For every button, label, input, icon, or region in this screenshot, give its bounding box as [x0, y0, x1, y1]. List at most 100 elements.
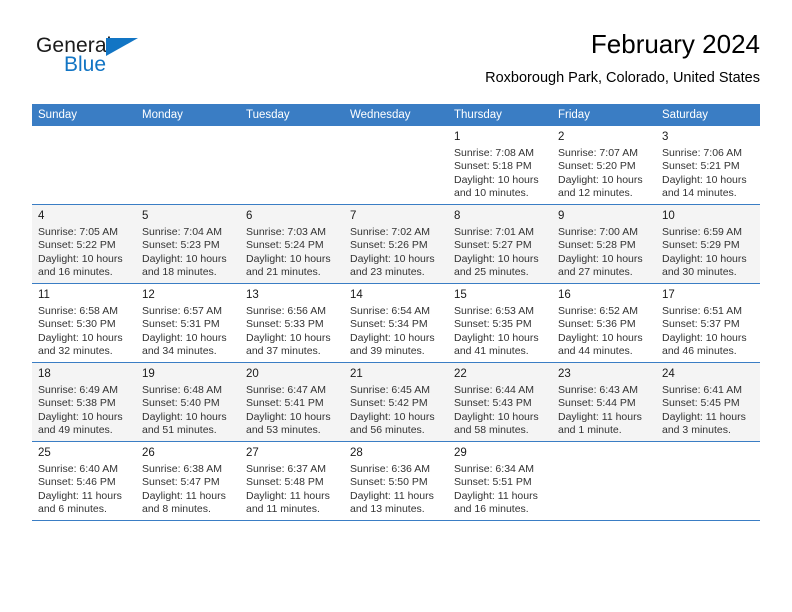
day-details: Sunrise: 6:36 AM Sunset: 5:50 PM Dayligh… [350, 463, 434, 516]
day-details: Sunrise: 6:53 AM Sunset: 5:35 PM Dayligh… [454, 305, 539, 358]
day-cell[interactable]: 8 Sunrise: 7:01 AM Sunset: 5:27 PM Daylig… [448, 204, 552, 284]
page-header: General Blue February 2024 Roxborough Pa… [32, 28, 760, 100]
day-number: 25 [38, 447, 51, 459]
weekday-header-sunday: Sunday [32, 104, 136, 126]
calendar-week-row: 25 Sunrise: 6:40 AM Sunset: 5:46 PM Dayli… [32, 441, 760, 521]
day-cell[interactable]: 27 Sunrise: 6:37 AM Sunset: 5:48 PM Dayli… [240, 441, 344, 521]
day-details: Sunrise: 7:02 AM Sunset: 5:26 PM Dayligh… [350, 226, 435, 279]
day-number: 2 [558, 131, 565, 143]
day-details: Sunrise: 6:58 AM Sunset: 5:30 PM Dayligh… [38, 305, 123, 358]
day-cell[interactable]: 7 Sunrise: 7:02 AM Sunset: 5:26 PM Daylig… [344, 204, 448, 284]
brand-logo[interactable]: General Blue [36, 34, 156, 80]
day-cell[interactable]: 18 Sunrise: 6:49 AM Sunset: 5:38 PM Dayli… [32, 362, 136, 442]
calendar-week-row: 1 Sunrise: 7:08 AM Sunset: 5:18 PM Daylig… [32, 126, 760, 205]
day-cell[interactable]: 19 Sunrise: 6:48 AM Sunset: 5:40 PM Dayli… [136, 362, 240, 442]
day-cell [656, 441, 760, 521]
day-number: 3 [662, 131, 669, 143]
calendar-body: 1 Sunrise: 7:08 AM Sunset: 5:18 PM Daylig… [32, 126, 760, 521]
day-details: Sunrise: 6:59 AM Sunset: 5:29 PM Dayligh… [662, 226, 747, 279]
day-number: 28 [350, 447, 363, 459]
day-details: Sunrise: 6:38 AM Sunset: 5:47 PM Dayligh… [142, 463, 226, 516]
brand-name-blue: Blue [64, 53, 107, 76]
weekday-header-friday: Friday [552, 104, 656, 126]
day-details: Sunrise: 7:01 AM Sunset: 5:27 PM Dayligh… [454, 226, 539, 279]
day-number: 13 [246, 289, 259, 301]
day-details: Sunrise: 7:05 AM Sunset: 5:22 PM Dayligh… [38, 226, 123, 279]
day-number: 1 [454, 131, 461, 143]
day-cell [32, 126, 136, 205]
day-cell[interactable]: 12 Sunrise: 6:57 AM Sunset: 5:31 PM Dayli… [136, 283, 240, 363]
day-details: Sunrise: 7:03 AM Sunset: 5:24 PM Dayligh… [246, 226, 331, 279]
day-cell[interactable]: 23 Sunrise: 6:43 AM Sunset: 5:44 PM Dayli… [552, 362, 656, 442]
day-cell[interactable]: 13 Sunrise: 6:56 AM Sunset: 5:33 PM Dayli… [240, 283, 344, 363]
day-cell[interactable]: 9 Sunrise: 7:00 AM Sunset: 5:28 PM Daylig… [552, 204, 656, 284]
day-cell[interactable]: 16 Sunrise: 6:52 AM Sunset: 5:36 PM Dayli… [552, 283, 656, 363]
day-cell[interactable]: 24 Sunrise: 6:41 AM Sunset: 5:45 PM Dayli… [656, 362, 760, 442]
day-details: Sunrise: 6:43 AM Sunset: 5:44 PM Dayligh… [558, 384, 642, 437]
calendar-page: General Blue February 2024 Roxborough Pa… [0, 0, 792, 612]
day-number: 10 [662, 210, 675, 222]
day-number: 16 [558, 289, 571, 301]
day-details: Sunrise: 7:00 AM Sunset: 5:28 PM Dayligh… [558, 226, 643, 279]
day-details: Sunrise: 6:47 AM Sunset: 5:41 PM Dayligh… [246, 384, 331, 437]
day-cell[interactable]: 15 Sunrise: 6:53 AM Sunset: 5:35 PM Dayli… [448, 283, 552, 363]
day-cell[interactable]: 25 Sunrise: 6:40 AM Sunset: 5:46 PM Dayli… [32, 441, 136, 521]
day-details: Sunrise: 6:40 AM Sunset: 5:46 PM Dayligh… [38, 463, 122, 516]
day-number: 6 [246, 210, 253, 222]
day-cell[interactable]: 21 Sunrise: 6:45 AM Sunset: 5:42 PM Dayli… [344, 362, 448, 442]
day-cell[interactable]: 29 Sunrise: 6:34 AM Sunset: 5:51 PM Dayli… [448, 441, 552, 521]
day-details: Sunrise: 6:34 AM Sunset: 5:51 PM Dayligh… [454, 463, 538, 516]
day-number: 22 [454, 368, 467, 380]
day-number: 17 [662, 289, 675, 301]
page-subtitle: Roxborough Park, Colorado, United States [485, 70, 760, 86]
day-cell[interactable]: 2 Sunrise: 7:07 AM Sunset: 5:20 PM Daylig… [552, 126, 656, 205]
day-number: 21 [350, 368, 363, 380]
day-cell [240, 126, 344, 205]
day-cell[interactable]: 4 Sunrise: 7:05 AM Sunset: 5:22 PM Daylig… [32, 204, 136, 284]
day-number: 12 [142, 289, 155, 301]
day-details: Sunrise: 6:37 AM Sunset: 5:48 PM Dayligh… [246, 463, 330, 516]
day-cell[interactable]: 10 Sunrise: 6:59 AM Sunset: 5:29 PM Dayli… [656, 204, 760, 284]
day-details: Sunrise: 6:52 AM Sunset: 5:36 PM Dayligh… [558, 305, 643, 358]
day-cell[interactable]: 26 Sunrise: 6:38 AM Sunset: 5:47 PM Dayli… [136, 441, 240, 521]
day-details: Sunrise: 6:44 AM Sunset: 5:43 PM Dayligh… [454, 384, 539, 437]
day-cell[interactable]: 17 Sunrise: 6:51 AM Sunset: 5:37 PM Dayli… [656, 283, 760, 363]
day-cell[interactable]: 3 Sunrise: 7:06 AM Sunset: 5:21 PM Daylig… [656, 126, 760, 205]
day-number: 7 [350, 210, 357, 222]
day-cell[interactable]: 1 Sunrise: 7:08 AM Sunset: 5:18 PM Daylig… [448, 126, 552, 205]
day-details: Sunrise: 7:06 AM Sunset: 5:21 PM Dayligh… [662, 147, 747, 200]
day-details: Sunrise: 6:51 AM Sunset: 5:37 PM Dayligh… [662, 305, 747, 358]
day-details: Sunrise: 7:07 AM Sunset: 5:20 PM Dayligh… [558, 147, 643, 200]
day-details: Sunrise: 6:57 AM Sunset: 5:31 PM Dayligh… [142, 305, 227, 358]
day-number: 23 [558, 368, 571, 380]
title-block: February 2024 Roxborough Park, Colorado,… [485, 28, 760, 87]
day-number: 19 [142, 368, 155, 380]
day-number: 24 [662, 368, 675, 380]
day-cell[interactable]: 22 Sunrise: 6:44 AM Sunset: 5:43 PM Dayli… [448, 362, 552, 442]
day-number: 15 [454, 289, 467, 301]
triangle-flag-icon [106, 38, 138, 56]
day-details: Sunrise: 6:41 AM Sunset: 5:45 PM Dayligh… [662, 384, 746, 437]
day-details: Sunrise: 6:54 AM Sunset: 5:34 PM Dayligh… [350, 305, 435, 358]
day-cell[interactable]: 20 Sunrise: 6:47 AM Sunset: 5:41 PM Dayli… [240, 362, 344, 442]
day-number: 14 [350, 289, 363, 301]
day-cell[interactable]: 5 Sunrise: 7:04 AM Sunset: 5:23 PM Daylig… [136, 204, 240, 284]
day-cell[interactable]: 14 Sunrise: 6:54 AM Sunset: 5:34 PM Dayli… [344, 283, 448, 363]
weekday-header-monday: Monday [136, 104, 240, 126]
day-cell[interactable]: 11 Sunrise: 6:58 AM Sunset: 5:30 PM Dayli… [32, 283, 136, 363]
day-number: 9 [558, 210, 565, 222]
calendar-week-row: 4 Sunrise: 7:05 AM Sunset: 5:22 PM Daylig… [32, 204, 760, 284]
day-number: 20 [246, 368, 259, 380]
sunrise-sunset-calendar: Sunday Monday Tuesday Wednesday Thursday… [32, 104, 760, 521]
day-details: Sunrise: 7:08 AM Sunset: 5:18 PM Dayligh… [454, 147, 539, 200]
day-cell[interactable]: 6 Sunrise: 7:03 AM Sunset: 5:24 PM Daylig… [240, 204, 344, 284]
day-cell [136, 126, 240, 205]
day-details: Sunrise: 6:45 AM Sunset: 5:42 PM Dayligh… [350, 384, 435, 437]
day-details: Sunrise: 7:04 AM Sunset: 5:23 PM Dayligh… [142, 226, 227, 279]
day-cell[interactable]: 28 Sunrise: 6:36 AM Sunset: 5:50 PM Dayli… [344, 441, 448, 521]
day-number: 27 [246, 447, 259, 459]
day-number: 29 [454, 447, 467, 459]
day-number: 11 [38, 289, 50, 301]
calendar-week-row: 11 Sunrise: 6:58 AM Sunset: 5:30 PM Dayli… [32, 283, 760, 363]
day-number: 4 [38, 210, 45, 222]
